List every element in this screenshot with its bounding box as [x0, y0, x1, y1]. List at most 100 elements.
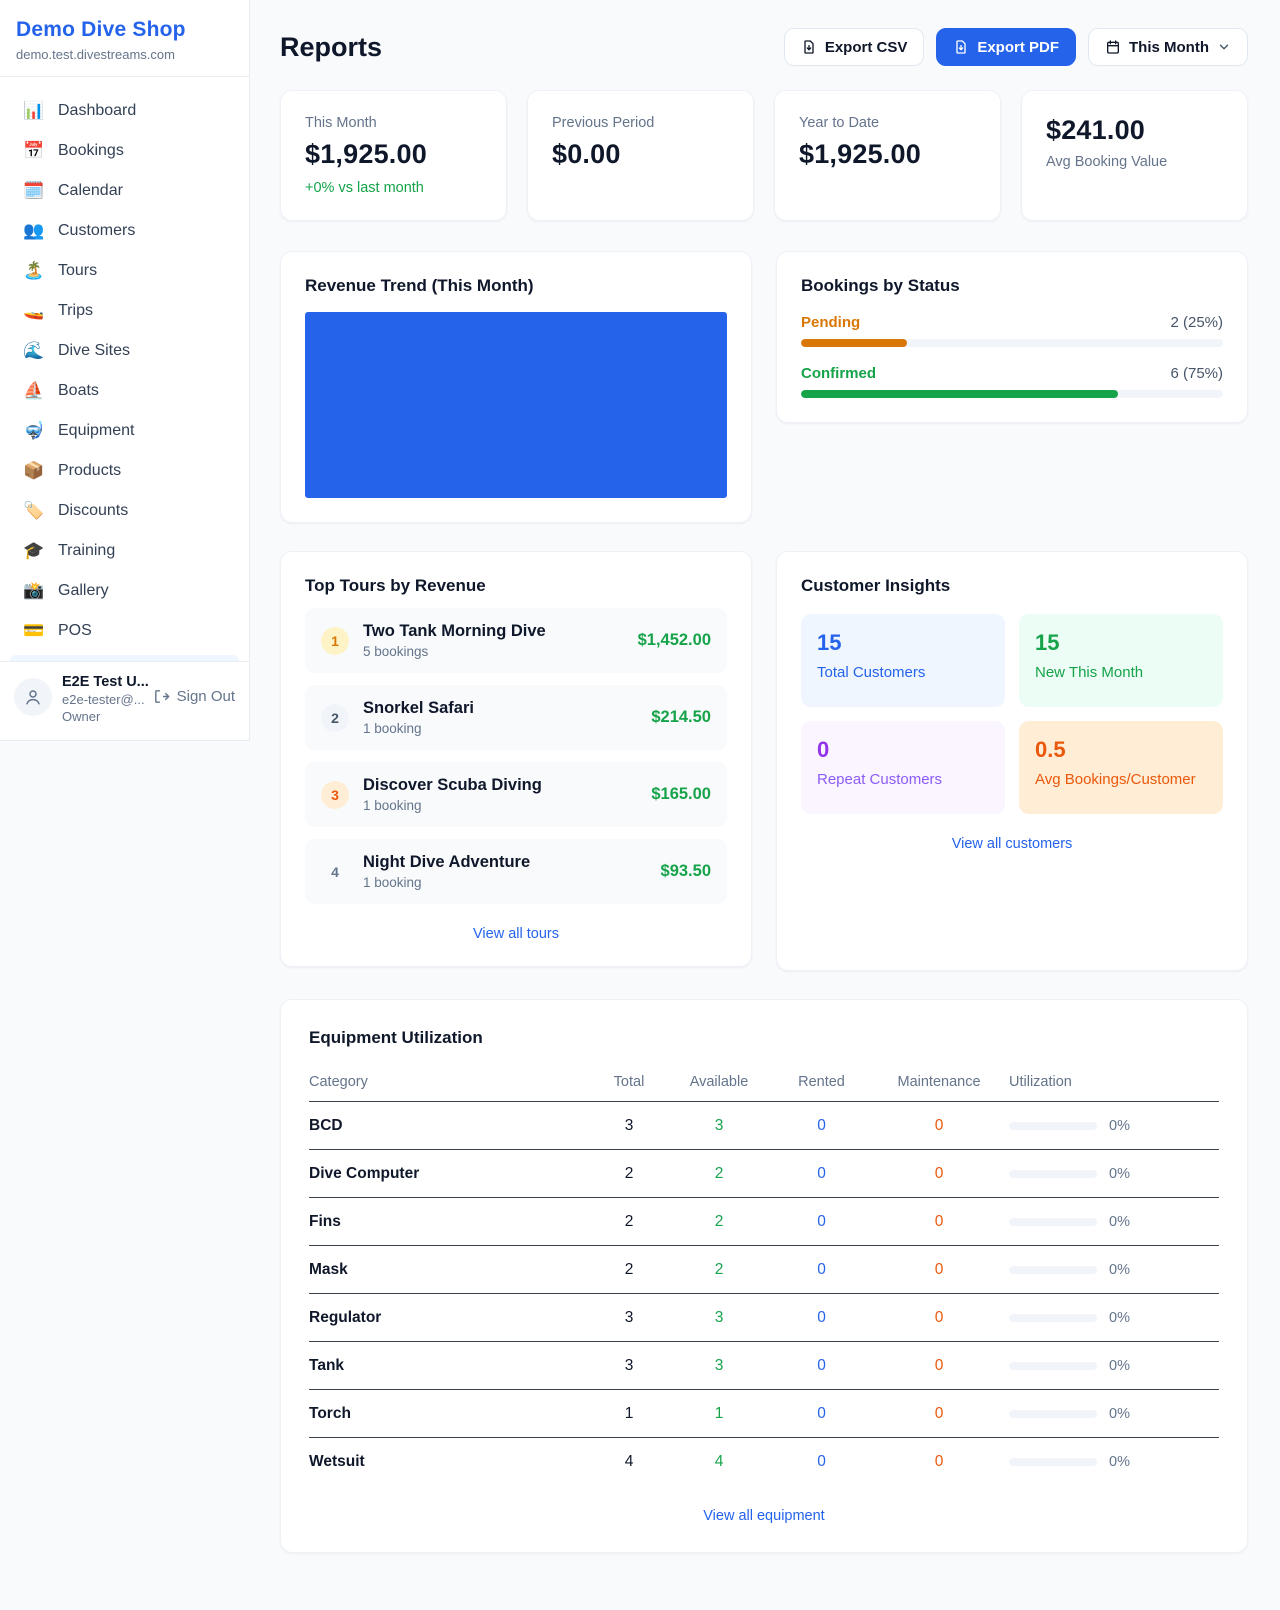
shop-domain: demo.test.divestreams.com [16, 47, 233, 62]
equip-available: 3 [664, 1309, 774, 1327]
equip-maintenance: 0 [869, 1165, 1009, 1183]
stats-row: This Month $1,925.00 +0% vs last month P… [280, 90, 1248, 221]
sidebar-item-training[interactable]: 🎓Training [10, 531, 239, 571]
sidebar-item-bookings[interactable]: 📅Bookings [10, 131, 239, 171]
equip-rented: 0 [774, 1309, 869, 1327]
sidebar-item-gallery[interactable]: 📸Gallery [10, 571, 239, 611]
sidebar-item-customers[interactable]: 👥Customers [10, 211, 239, 251]
sidebar-item-trips[interactable]: 🚤Trips [10, 291, 239, 331]
user-meta: E2E Test U... e2e-tester@... Owner [62, 674, 143, 724]
equip-maintenance: 0 [869, 1213, 1009, 1231]
user-email: e2e-tester@... [62, 692, 143, 707]
status-label: Confirmed [801, 365, 876, 382]
equip-total: 3 [594, 1357, 664, 1375]
table-row: Torch 1 1 0 0 0% [309, 1390, 1219, 1438]
tour-revenue: $214.50 [651, 708, 711, 727]
sidebar-item-label: Discounts [58, 502, 128, 520]
utilization-value: 0% [1109, 1310, 1130, 1326]
insights-row: Top Tours by Revenue 1 Two Tank Morning … [280, 551, 1248, 971]
header-actions: Export CSV Export PDF This Month [784, 28, 1248, 66]
equip-available: 3 [664, 1357, 774, 1375]
col-available: Available [664, 1074, 774, 1090]
utilization-value: 0% [1109, 1358, 1130, 1374]
sidebar-item-dashboard[interactable]: 📊 Dashboard [10, 91, 239, 131]
utilization-track [1009, 1362, 1097, 1370]
equip-utilization: 0% [1009, 1310, 1219, 1326]
sidebar-item-discounts[interactable]: 🏷️Discounts [10, 491, 239, 531]
file-download-icon [801, 39, 817, 55]
sidebar-item-label: Dashboard [58, 102, 136, 120]
equip-available: 3 [664, 1117, 774, 1135]
insight-tile-new-this-month: 15 New This Month [1019, 614, 1223, 707]
main-content: Reports Export CSV Export PDF This Month… [250, 0, 1280, 1593]
tour-name: Night Dive Adventure [363, 853, 647, 872]
tile-value: 0 [817, 737, 989, 763]
logout-icon [153, 688, 170, 705]
sidebar-item-label: Boats [58, 382, 99, 400]
tile-value: 15 [817, 630, 989, 656]
equip-total: 2 [594, 1165, 664, 1183]
stat-label: Previous Period [552, 115, 729, 131]
tour-revenue: $1,452.00 [638, 631, 711, 650]
equip-available: 2 [664, 1213, 774, 1231]
bookings-by-status-title: Bookings by Status [801, 276, 1223, 296]
file-download-icon [953, 39, 969, 55]
equip-total: 3 [594, 1309, 664, 1327]
equip-category: Mask [309, 1261, 594, 1279]
utilization-track [1009, 1122, 1097, 1130]
view-all-customers-link[interactable]: View all customers [801, 836, 1223, 852]
equip-rented: 0 [774, 1213, 869, 1231]
avatar [14, 678, 52, 716]
sidebar-item-equipment[interactable]: 🤿Equipment [10, 411, 239, 451]
customer-insights-card: Customer Insights 15 Total Customers 15 … [776, 551, 1248, 971]
person-icon [24, 688, 42, 706]
sidebar-item-pos[interactable]: 💳POS [10, 611, 239, 651]
equip-maintenance: 0 [869, 1117, 1009, 1135]
col-maintenance: Maintenance [869, 1074, 1009, 1090]
equip-category: Torch [309, 1405, 594, 1423]
equip-total: 1 [594, 1405, 664, 1423]
equip-category: Dive Computer [309, 1165, 594, 1183]
progress-track [801, 339, 1223, 347]
insight-tile-avg-bookings: 0.5 Avg Bookings/Customer [1019, 721, 1223, 814]
progress-fill [801, 390, 1118, 398]
equip-maintenance: 0 [869, 1309, 1009, 1327]
view-all-tours-link[interactable]: View all tours [305, 926, 727, 942]
sidebar-item-products[interactable]: 📦Products [10, 451, 239, 491]
sidebar-item-label: Trips [58, 302, 93, 320]
equipment-utilization-title: Equipment Utilization [309, 1028, 1219, 1048]
chevron-down-icon [1217, 40, 1231, 54]
table-row: Tank 3 3 0 0 0% [309, 1342, 1219, 1390]
equip-rented: 0 [774, 1117, 869, 1135]
tour-bookings: 5 bookings [363, 644, 624, 659]
tile-value: 0.5 [1035, 737, 1207, 763]
revenue-trend-title: Revenue Trend (This Month) [305, 276, 727, 296]
sidebar-item-dive-sites[interactable]: 🌊Dive Sites [10, 331, 239, 371]
period-select[interactable]: This Month [1088, 28, 1248, 66]
table-row: Regulator 3 3 0 0 0% [309, 1294, 1219, 1342]
export-pdf-button[interactable]: Export PDF [936, 28, 1076, 66]
view-all-equipment-link[interactable]: View all equipment [309, 1508, 1219, 1524]
sidebar-item-tours[interactable]: 🏝️Tours [10, 251, 239, 291]
col-rented: Rented [774, 1074, 869, 1090]
bar-chart-icon: 📊 [23, 101, 45, 121]
status-row-confirmed: Confirmed 6 (75%) [801, 365, 1223, 398]
status-value: 6 (75%) [1170, 365, 1223, 382]
equip-total: 2 [594, 1213, 664, 1231]
sign-out-button[interactable]: Sign Out [153, 688, 235, 705]
island-icon: 🏝️ [23, 261, 45, 281]
equip-utilization: 0% [1009, 1118, 1219, 1134]
user-name: E2E Test U... [62, 674, 143, 690]
export-csv-button[interactable]: Export CSV [784, 28, 925, 66]
utilization-value: 0% [1109, 1166, 1130, 1182]
stat-value: $241.00 [1046, 115, 1223, 146]
bookings-by-status-card: Bookings by Status Pending 2 (25%) Confi… [776, 251, 1248, 423]
rank-badge: 1 [321, 627, 349, 655]
equip-maintenance: 0 [869, 1405, 1009, 1423]
sidebar-item-boats[interactable]: ⛵Boats [10, 371, 239, 411]
tour-revenue: $165.00 [651, 785, 711, 804]
equip-category: BCD [309, 1117, 594, 1135]
tile-label: Total Customers [817, 664, 989, 681]
sidebar-item-calendar[interactable]: 🗓️Calendar [10, 171, 239, 211]
equip-utilization: 0% [1009, 1166, 1219, 1182]
